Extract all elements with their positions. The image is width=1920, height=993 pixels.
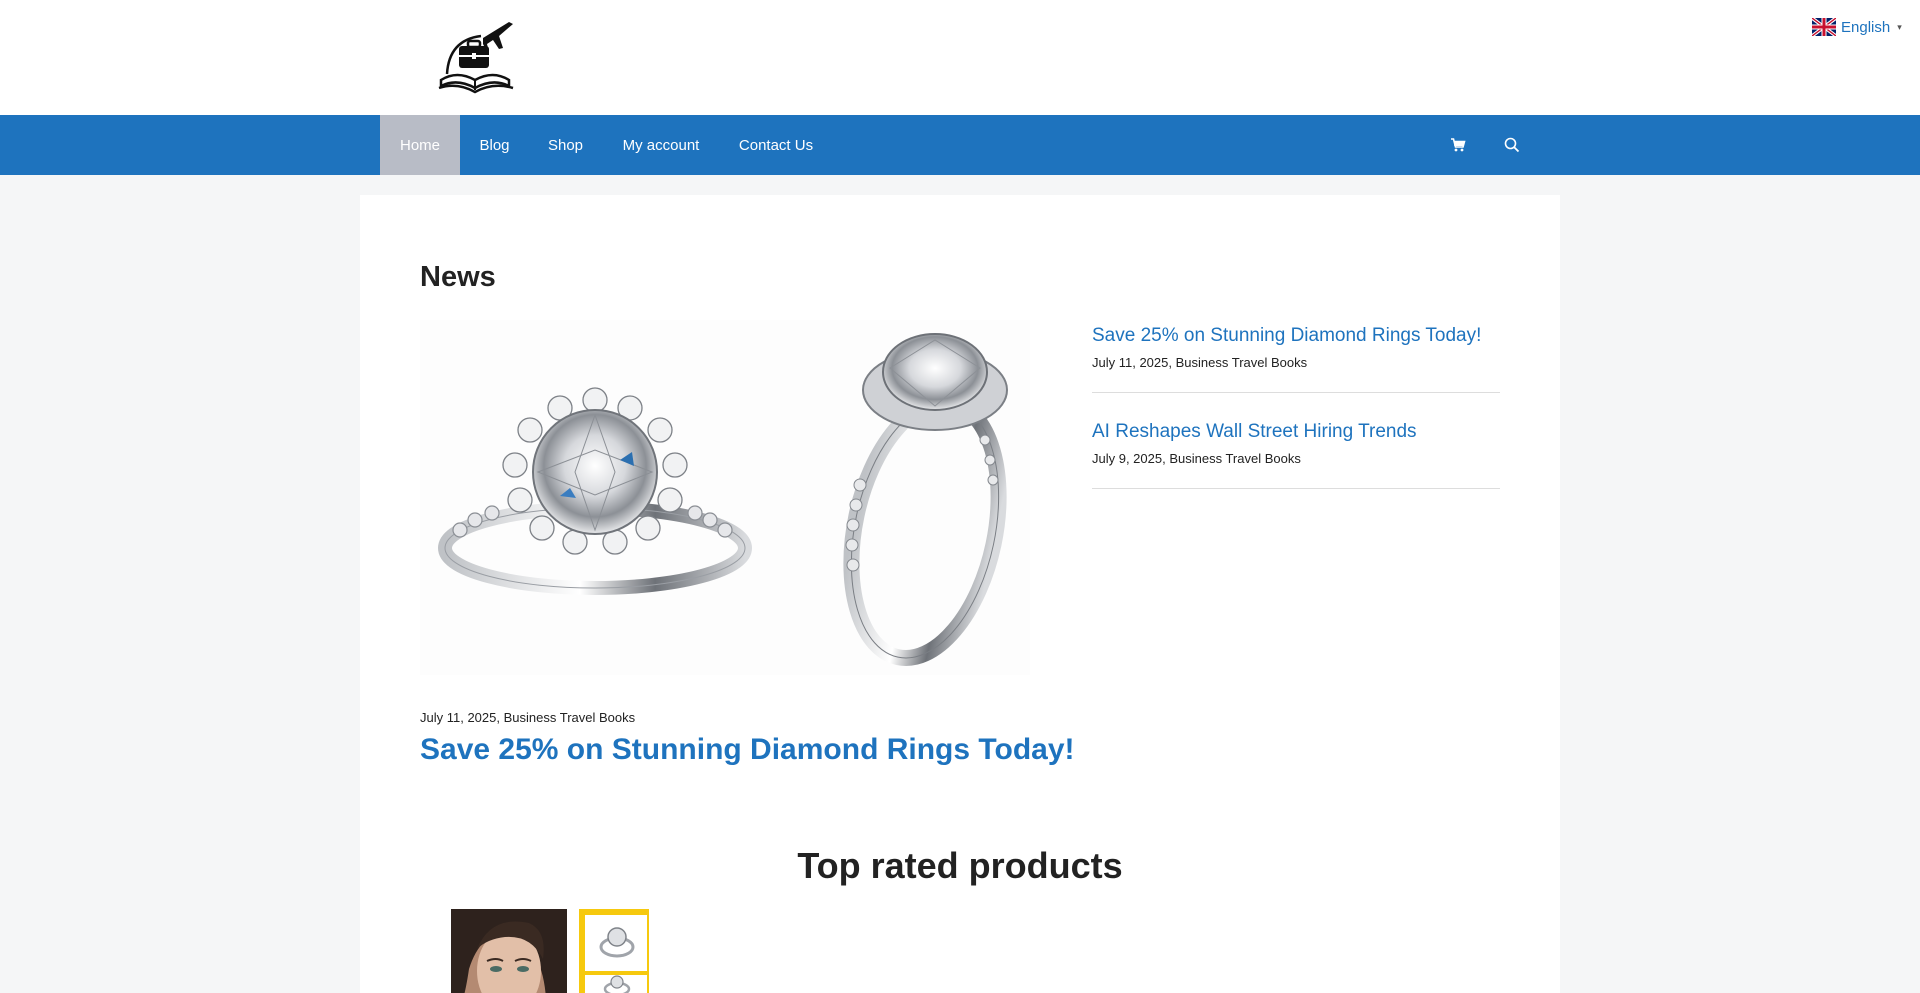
main-navigation: Home Blog Shop My account Contact Us — [0, 115, 1920, 175]
side-post: Save 25% on Stunning Diamond Rings Today… — [1092, 325, 1500, 393]
side-post-category[interactable]: Business Travel Books — [1169, 451, 1301, 466]
main-content: News July 11, 2025, Business Travel Book… — [360, 195, 1560, 993]
uk-flag-icon — [1812, 18, 1836, 36]
side-post-title[interactable]: Save 25% on Stunning Diamond Rings Today… — [1092, 325, 1481, 346]
diamond-rings-image — [420, 320, 1030, 675]
side-post-date: July 9, 2025 — [1092, 451, 1163, 466]
nav-item-my-account[interactable]: My account — [602, 115, 720, 175]
featured-post-image[interactable] — [420, 320, 1030, 675]
side-post-date: July 11, 2025 — [1092, 355, 1169, 370]
search-icon[interactable] — [1500, 133, 1524, 157]
site-header: English ▾ — [0, 0, 1920, 115]
featured-post-date: July 11, 2025 — [420, 710, 497, 725]
site-logo[interactable] — [437, 18, 517, 96]
side-post-category[interactable]: Business Travel Books — [1176, 355, 1308, 370]
featured-post-title[interactable]: Save 25% on Stunning Diamond Rings Today… — [420, 733, 1075, 767]
nav-item-blog[interactable]: Blog — [460, 115, 529, 175]
side-post: AI Reshapes Wall Street Hiring Trends Ju… — [1092, 421, 1500, 489]
nav-item-home[interactable]: Home — [380, 115, 460, 175]
product-image[interactable] — [579, 909, 649, 993]
nav-item-shop[interactable]: Shop — [529, 115, 602, 175]
featured-post-meta: July 11, 2025, Business Travel Books — [420, 710, 636, 725]
side-post-meta: July 11, 2025, Business Travel Books — [1092, 355, 1308, 370]
side-post-meta: July 9, 2025, Business Travel Books — [1092, 451, 1301, 466]
cart-icon[interactable] — [1446, 133, 1470, 157]
product-image[interactable] — [451, 909, 567, 993]
language-label: English — [1841, 18, 1891, 36]
caret-down-icon: ▾ — [1897, 21, 1902, 32]
featured-post-category[interactable]: Business Travel Books — [504, 710, 636, 725]
language-switcher[interactable]: English ▾ — [1812, 18, 1902, 36]
side-post-title[interactable]: AI Reshapes Wall Street Hiring Trends — [1092, 421, 1417, 442]
nav-item-contact-us[interactable]: Contact Us — [720, 115, 832, 175]
news-heading: News — [420, 261, 496, 293]
top-rated-heading: Top rated products — [797, 845, 1123, 886]
